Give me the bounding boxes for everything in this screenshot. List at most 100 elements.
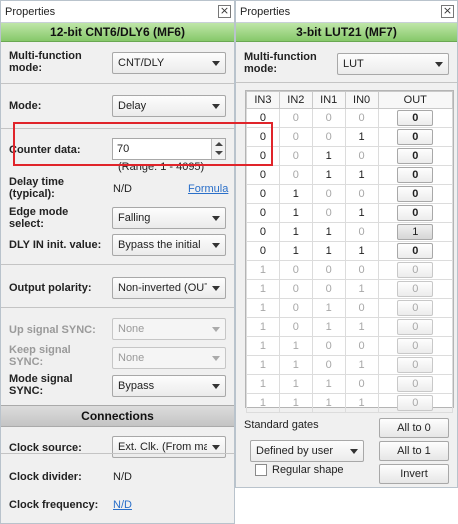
lut-input-cell: 0: [246, 241, 280, 261]
lut-input-cell: 0: [246, 127, 280, 147]
counter-range-text: (Range: 1 - 4095): [118, 161, 205, 173]
lut-out-toggle-button[interactable]: 0: [397, 110, 434, 126]
lut-input-cell: 0: [311, 260, 346, 280]
lut-out-toggle-button[interactable]: 0: [397, 205, 434, 221]
lut-multifunction-label: Multi-function mode:: [244, 51, 317, 75]
table-row: 11100: [246, 374, 454, 394]
mode-dropdown[interactable]: Delay: [112, 95, 226, 117]
edge-mode-dropdown[interactable]: Falling: [112, 207, 226, 229]
right-properties-panel: Properties × 3-bit LUT21 (MF7) Multi-fun…: [235, 0, 458, 488]
arrow-up-icon[interactable]: [215, 142, 223, 146]
chevron-down-icon: [212, 384, 220, 389]
lut-input-cell: 1: [344, 393, 379, 413]
lut-out-toggle-button[interactable]: 0: [397, 129, 434, 145]
regular-shape-checkbox[interactable]: [255, 464, 267, 476]
lut-input-cell: 1: [344, 241, 379, 261]
lut-input-cell: 0: [344, 260, 379, 280]
formula-link[interactable]: Formula: [188, 183, 228, 195]
lut-input-cell: 1: [246, 279, 280, 299]
all-to-1-button[interactable]: All to 1: [379, 441, 449, 461]
lut-out-toggle-button[interactable]: 0: [397, 300, 434, 316]
multifunction-mode-dropdown[interactable]: CNT/DLY: [112, 52, 226, 74]
table-row: 00000: [246, 108, 454, 128]
lut-out-toggle-button[interactable]: 1: [397, 224, 434, 240]
lut-input-cell: 1: [311, 165, 346, 185]
lut-input-cell: 1: [311, 298, 346, 318]
lut-out-cell: 0: [377, 108, 454, 128]
up-signal-sync-dropdown[interactable]: None: [112, 318, 226, 340]
lut-out-toggle-button[interactable]: 0: [397, 338, 434, 354]
standard-gates-label: Standard gates: [244, 419, 319, 431]
left-panel-title: Properties: [5, 6, 56, 18]
lut-input-cell: 1: [246, 393, 280, 413]
counter-stepper[interactable]: [211, 139, 225, 159]
chevron-down-icon: [212, 327, 220, 332]
lut-column-header: IN0: [344, 91, 379, 109]
lut-out-toggle-button[interactable]: 0: [397, 376, 434, 392]
lut-input-cell: 1: [246, 260, 280, 280]
all-to-0-button[interactable]: All to 0: [379, 418, 449, 438]
chevron-down-icon: [212, 445, 220, 450]
table-row: 00100: [246, 146, 454, 166]
lut-input-cell: 0: [344, 374, 379, 394]
clock-frequency-link[interactable]: N/D: [113, 499, 132, 511]
lut-input-cell: 0: [344, 184, 379, 204]
lut-out-cell: 0: [377, 317, 454, 337]
lut-out-toggle-button[interactable]: 0: [397, 395, 434, 411]
keep-signal-sync-dropdown[interactable]: None: [112, 347, 226, 369]
lut-input-cell: 0: [278, 108, 313, 128]
lut-multifunction-section: Multi-function mode: LUT: [236, 42, 457, 83]
lut-input-cell: 0: [311, 108, 346, 128]
output-polarity-dropdown[interactable]: Non-inverted (OUT: [112, 277, 226, 299]
lut-input-cell: 0: [246, 165, 280, 185]
arrow-down-icon[interactable]: [215, 151, 223, 155]
mode-section: Mode: Delay: [1, 84, 234, 129]
lut-out-cell: 0: [377, 165, 454, 185]
lut-input-cell: 1: [344, 317, 379, 337]
mode-signal-sync-dropdown[interactable]: Bypass: [112, 375, 226, 397]
lut-out-toggle-button[interactable]: 0: [397, 281, 434, 297]
left-properties-panel: Properties × 12-bit CNT6/DLY6 (MF6) Mult…: [0, 0, 235, 524]
counter-data-input[interactable]: 70: [112, 138, 226, 160]
lut-input-cell: 1: [278, 222, 313, 242]
standard-gates-dropdown[interactable]: Defined by user: [250, 440, 364, 462]
lut-out-toggle-button[interactable]: 0: [397, 262, 434, 278]
lut-out-cell: 0: [377, 184, 454, 204]
left-panel-close-icon[interactable]: ×: [218, 5, 231, 18]
lut-input-cell: 0: [278, 279, 313, 299]
lut-input-cell: 0: [311, 127, 346, 147]
multifunction-mode-label: Multi-function mode:: [9, 50, 82, 74]
lut-out-cell: 0: [377, 298, 454, 318]
lut-input-cell: 0: [311, 336, 346, 356]
dly-in-dropdown[interactable]: Bypass the initial: [112, 234, 226, 256]
chevron-down-icon: [212, 243, 220, 248]
lut-input-cell: 0: [278, 298, 313, 318]
lut-out-toggle-button[interactable]: 0: [397, 319, 434, 335]
lut-out-toggle-button[interactable]: 0: [397, 186, 434, 202]
invert-button[interactable]: Invert: [379, 464, 449, 484]
lut-multifunction-dropdown[interactable]: LUT: [337, 53, 449, 75]
table-row: 10010: [246, 279, 454, 299]
right-block-header: 3-bit LUT21 (MF7): [236, 23, 457, 42]
right-panel-close-icon[interactable]: ×: [441, 5, 454, 18]
lut-input-cell: 1: [278, 393, 313, 413]
lut-input-cell: 0: [278, 317, 313, 337]
lut-out-cell: 0: [377, 393, 454, 413]
lut-out-toggle-button[interactable]: 0: [397, 243, 434, 259]
lut-out-cell: 0: [377, 336, 454, 356]
lut-out-toggle-button[interactable]: 0: [397, 357, 434, 373]
lut-input-cell: 1: [344, 203, 379, 223]
lut-input-cell: 1: [311, 374, 346, 394]
lut-out-toggle-button[interactable]: 0: [397, 148, 434, 164]
lut-input-cell: 1: [278, 241, 313, 261]
chevron-down-icon: [212, 216, 220, 221]
divider: [1, 264, 234, 265]
clock-info-section: Clock divider: N/D Clock frequency: N/D: [1, 453, 234, 523]
lut-out-toggle-button[interactable]: 0: [397, 167, 434, 183]
table-row: 11000: [246, 336, 454, 356]
lut-input-cell: 1: [278, 336, 313, 356]
chevron-down-icon: [435, 62, 443, 67]
table-row: 11110: [246, 393, 454, 413]
lut-out-cell: 1: [377, 222, 454, 242]
lut-input-cell: 1: [311, 241, 346, 261]
